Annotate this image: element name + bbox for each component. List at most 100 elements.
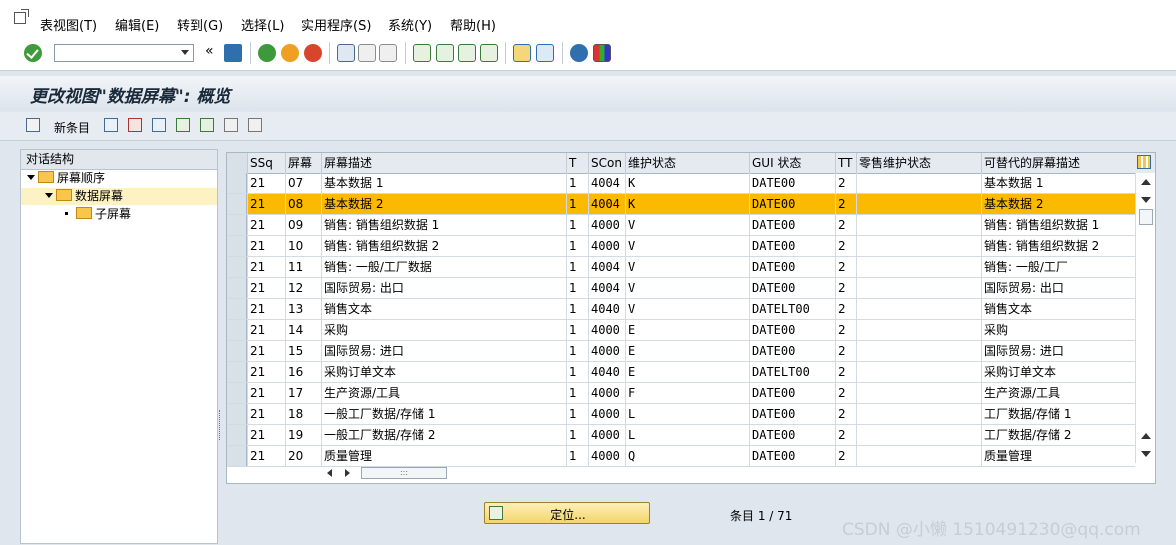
scroll-thumb[interactable] <box>1139 209 1153 225</box>
cell-gui-status[interactable]: DATE00 <box>749 236 835 256</box>
cell-ssq[interactable]: 21 <box>247 236 285 256</box>
cell-screen-description[interactable]: 采购 <box>321 320 566 340</box>
cell-alternative-description[interactable]: 基本数据 2 <box>981 194 1135 214</box>
menu-select[interactable]: 选择(L) <box>241 15 284 34</box>
cell-gui-status[interactable]: DATE00 <box>749 257 835 277</box>
splitter-handle[interactable] <box>219 410 223 440</box>
cell-screen-description[interactable]: 生产资源/工具 <box>321 383 566 403</box>
cell-t[interactable]: 1 <box>566 173 588 193</box>
cell-alternative-description[interactable]: 国际贸易: 进口 <box>981 341 1135 361</box>
cell-scon[interactable]: 4000 <box>588 383 625 403</box>
col-tt[interactable]: TT <box>835 153 856 173</box>
menu-system[interactable]: 系统(Y) <box>388 15 432 34</box>
enter-check-icon[interactable] <box>24 44 42 62</box>
cell-alternative-description[interactable]: 基本数据 1 <box>981 173 1135 193</box>
cell-maintenance-status[interactable]: E <box>625 341 749 361</box>
cell-scon[interactable]: 4040 <box>588 299 625 319</box>
table-row[interactable]: 21 14 采购 1 4000 E DATE00 2 采购 <box>227 320 1135 341</box>
cell-screen[interactable]: 08 <box>285 194 321 214</box>
cell-retail-maintenance-status[interactable] <box>856 299 981 319</box>
cell-maintenance-status[interactable]: F <box>625 383 749 403</box>
cell-alternative-description[interactable]: 采购订单文本 <box>981 362 1135 382</box>
table-row[interactable]: 21 07 基本数据 1 1 4004 K DATE00 2 基本数据 1 <box>227 173 1135 194</box>
cell-screen[interactable]: 14 <box>285 320 321 340</box>
cell-alternative-description[interactable]: 质量管理 <box>981 446 1135 466</box>
row-selector[interactable] <box>227 194 247 214</box>
row-selector[interactable] <box>227 320 247 340</box>
cell-alternative-description[interactable]: 销售: 一般/工厂 <box>981 257 1135 277</box>
cell-alternative-description[interactable]: 销售: 销售组织数据 2 <box>981 236 1135 256</box>
cell-screen-description[interactable]: 销售: 销售组织数据 1 <box>321 215 566 235</box>
cell-alternative-description[interactable]: 工厂数据/存储 1 <box>981 404 1135 424</box>
cell-gui-status[interactable]: DATE00 <box>749 215 835 235</box>
select-block-icon[interactable] <box>200 118 214 132</box>
cell-gui-status[interactable]: DATE00 <box>749 278 835 298</box>
cell-maintenance-status[interactable]: L <box>625 404 749 424</box>
next-page-icon[interactable] <box>458 44 476 62</box>
scroll-left-icon[interactable] <box>327 469 332 477</box>
row-selector[interactable] <box>227 215 247 235</box>
cell-scon[interactable]: 4004 <box>588 257 625 277</box>
menu-help[interactable]: 帮助(H) <box>450 15 496 34</box>
cell-gui-status[interactable]: DATE00 <box>749 194 835 214</box>
col-t[interactable]: T <box>566 153 588 173</box>
cell-ssq[interactable]: 21 <box>247 383 285 403</box>
cell-retail-maintenance-status[interactable] <box>856 173 981 193</box>
cell-screen-description[interactable]: 国际贸易: 出口 <box>321 278 566 298</box>
cell-maintenance-status[interactable]: V <box>625 257 749 277</box>
cell-retail-maintenance-status[interactable] <box>856 278 981 298</box>
table-row[interactable]: 21 10 销售: 销售组织数据 2 1 4000 V DATE00 2 销售: 销售组织数据 … <box>227 236 1135 257</box>
col-screen[interactable]: 屏幕 <box>285 153 321 173</box>
cell-screen-description[interactable]: 销售: 销售组织数据 2 <box>321 236 566 256</box>
cell-alternative-description[interactable]: 工厂数据/存储 2 <box>981 425 1135 445</box>
row-selector[interactable] <box>227 404 247 424</box>
horizontal-scroll-thumb[interactable]: ::: <box>361 467 447 479</box>
cell-ssq[interactable]: 21 <box>247 194 285 214</box>
select-all-rows[interactable] <box>227 153 247 173</box>
cell-retail-maintenance-status[interactable] <box>856 446 981 466</box>
cell-gui-status[interactable]: DATELT00 <box>749 362 835 382</box>
cell-screen-description[interactable]: 采购订单文本 <box>321 362 566 382</box>
row-selector[interactable] <box>227 362 247 382</box>
position-button[interactable]: 定位... <box>484 502 650 524</box>
table-row[interactable]: 21 15 国际贸易: 进口 1 4000 E DATE00 2 国际贸易: 进口 <box>227 341 1135 362</box>
cell-ssq[interactable]: 21 <box>247 173 285 193</box>
delete-icon[interactable] <box>128 118 142 132</box>
cell-ssq[interactable]: 21 <box>247 299 285 319</box>
column-settings-icon[interactable] <box>1137 155 1151 169</box>
cell-scon[interactable]: 4000 <box>588 404 625 424</box>
table-row[interactable]: 21 08 基本数据 2 1 4004 K DATE00 2 基本数据 2 <box>227 194 1135 215</box>
cell-screen[interactable]: 19 <box>285 425 321 445</box>
cell-maintenance-status[interactable]: K <box>625 194 749 214</box>
chevron-down-icon[interactable] <box>181 50 189 55</box>
table-row[interactable]: 21 17 生产资源/工具 1 4000 F DATE00 2 生产资源/工具 <box>227 383 1135 404</box>
new-entries-button[interactable]: 新条目 <box>54 119 90 136</box>
cell-tt[interactable]: 2 <box>835 278 856 298</box>
find-next-icon[interactable] <box>379 44 397 62</box>
print-icon[interactable] <box>337 44 355 62</box>
table-row[interactable]: 21 09 销售: 销售组织数据 1 1 4000 V DATE00 2 销售: 销售组织数据 … <box>227 215 1135 236</box>
cell-tt[interactable]: 2 <box>835 446 856 466</box>
cell-t[interactable]: 1 <box>566 236 588 256</box>
cell-screen[interactable]: 16 <box>285 362 321 382</box>
cell-scon[interactable]: 4004 <box>588 194 625 214</box>
cell-gui-status[interactable]: DATE00 <box>749 320 835 340</box>
previous-page-icon[interactable] <box>436 44 454 62</box>
cell-retail-maintenance-status[interactable] <box>856 425 981 445</box>
cell-t[interactable]: 1 <box>566 425 588 445</box>
cell-screen-description[interactable]: 一般工厂数据/存储 1 <box>321 404 566 424</box>
cell-t[interactable]: 1 <box>566 278 588 298</box>
tree-node-screen-sequence[interactable]: 屏幕顺序 <box>27 170 105 187</box>
find-icon[interactable] <box>358 44 376 62</box>
cell-tt[interactable]: 2 <box>835 383 856 403</box>
cell-tt[interactable]: 2 <box>835 341 856 361</box>
new-session-icon[interactable] <box>513 44 531 62</box>
expand-arrow-icon[interactable] <box>45 193 53 198</box>
cell-alternative-description[interactable]: 国际贸易: 出口 <box>981 278 1135 298</box>
scroll-right-icon[interactable] <box>345 469 350 477</box>
table-row[interactable]: 21 18 一般工厂数据/存储 1 1 4000 L DATE00 2 工厂数据/存储 1 <box>227 404 1135 425</box>
row-selector[interactable] <box>227 257 247 277</box>
tree-node-data-screen[interactable]: 数据屏幕 <box>21 188 217 205</box>
cell-tt[interactable]: 2 <box>835 320 856 340</box>
cell-gui-status[interactable]: DATE00 <box>749 341 835 361</box>
